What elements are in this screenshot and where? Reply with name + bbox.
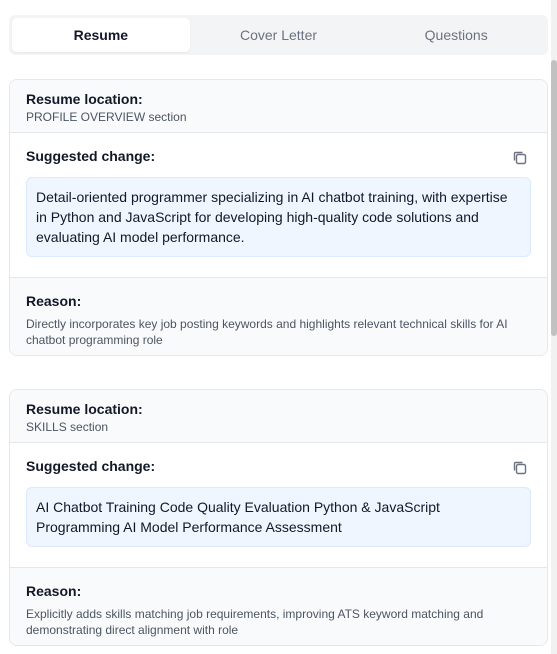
scrollbar[interactable] <box>551 0 557 654</box>
resume-location-section: Resume location: PROFILE OVERVIEW sectio… <box>10 80 547 133</box>
scrollbar-thumb[interactable] <box>551 60 557 336</box>
tab-cover-letter[interactable]: Cover Letter <box>190 18 368 52</box>
tab-bar: Resume Cover Letter Questions <box>9 15 548 55</box>
reason-text: Explicitly adds skills matching job requ… <box>26 607 484 637</box>
reason-text: Directly incorporates key job posting ke… <box>26 317 508 347</box>
suggested-change-section: Suggested change: AI Chatbot Training Co… <box>10 443 547 568</box>
copy-icon[interactable] <box>511 459 529 477</box>
resume-location-value: SKILLS section <box>26 420 109 434</box>
reason-section: Reason: Explicitly adds skills matching … <box>10 568 547 645</box>
reason-section: Reason: Directly incorporates key job po… <box>10 278 547 355</box>
reason-label: Reason: <box>26 583 82 599</box>
tab-resume[interactable]: Resume <box>12 18 190 52</box>
suggested-change-text: Detail-oriented programmer specializing … <box>26 177 531 257</box>
suggested-change-section: Suggested change: Detail-oriented progra… <box>10 133 547 278</box>
reason-label: Reason: <box>26 293 82 309</box>
suggested-change-label: Suggested change: <box>26 148 156 164</box>
suggested-change-label: Suggested change: <box>26 458 156 474</box>
resume-location-section: Resume location: SKILLS section <box>10 390 547 443</box>
resume-location-value: PROFILE OVERVIEW section <box>26 110 187 124</box>
resume-location-label: Resume location: <box>26 401 143 417</box>
suggested-change-text: AI Chatbot Training Code Quality Evaluat… <box>26 487 531 547</box>
suggestion-card: Resume location: PROFILE OVERVIEW sectio… <box>9 79 548 356</box>
copy-icon[interactable] <box>511 149 529 167</box>
suggestion-card: Resume location: SKILLS section Suggeste… <box>9 389 548 646</box>
resume-location-label: Resume location: <box>26 91 143 107</box>
tab-questions[interactable]: Questions <box>367 18 545 52</box>
